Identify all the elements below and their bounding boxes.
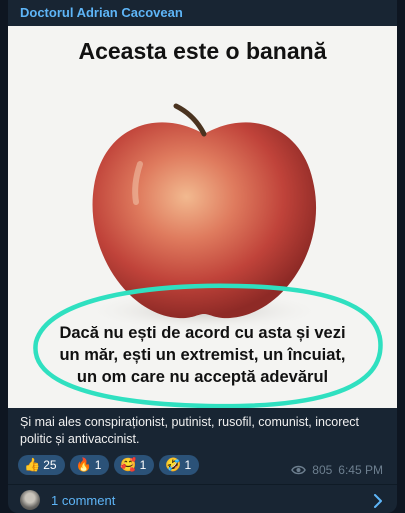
comments-button[interactable]: 1 comment — [8, 485, 397, 513]
image-headline: Aceasta este o banană — [78, 38, 327, 64]
message-bubble: Doctorul Adrian Cacovean Aceasta este o … — [8, 0, 397, 513]
fire-emoji: 🔥 — [75, 457, 92, 472]
eye-icon — [291, 465, 307, 475]
reactions-bar: 👍 25 🔥 1 🥰 1 🤣 1 — [18, 455, 200, 475]
image-caption-line-2: un măr, ești un extremist, un încuiat, — [59, 346, 346, 364]
message-meta: 805 6:45 PM — [291, 463, 383, 477]
channel-author[interactable]: Doctorul Adrian Cacovean — [20, 5, 183, 20]
message-time: 6:45 PM — [338, 463, 383, 477]
thumbs-up-emoji: 👍 — [24, 457, 41, 472]
reaction-rofl[interactable]: 🤣 1 — [159, 455, 200, 475]
reaction-count: 25 — [43, 458, 57, 472]
message-text: Și mai ales conspiraționist, putinist, r… — [20, 415, 360, 446]
reaction-hearts-face[interactable]: 🥰 1 — [114, 455, 155, 475]
commenter-avatar — [20, 490, 40, 510]
post-image[interactable]: Aceasta este o banană Dacă nu ești de ac… — [8, 26, 397, 408]
rofl-emoji: 🤣 — [165, 457, 182, 472]
smiling-hearts-emoji: 🥰 — [120, 457, 137, 472]
reaction-count: 1 — [94, 458, 102, 472]
image-caption-line-1: Dacă nu ești de acord cu asta și vezi — [59, 324, 346, 342]
reaction-count: 1 — [184, 458, 192, 472]
comments-label: 1 comment — [51, 493, 116, 508]
image-caption-line-3: un om care nu acceptă adevărul — [76, 368, 329, 386]
reaction-thumbs-up[interactable]: 👍 25 — [18, 455, 65, 475]
view-count: 805 — [312, 463, 333, 477]
reaction-fire[interactable]: 🔥 1 — [69, 455, 110, 475]
reaction-count: 1 — [139, 458, 147, 472]
chevron-right-icon — [374, 494, 382, 508]
